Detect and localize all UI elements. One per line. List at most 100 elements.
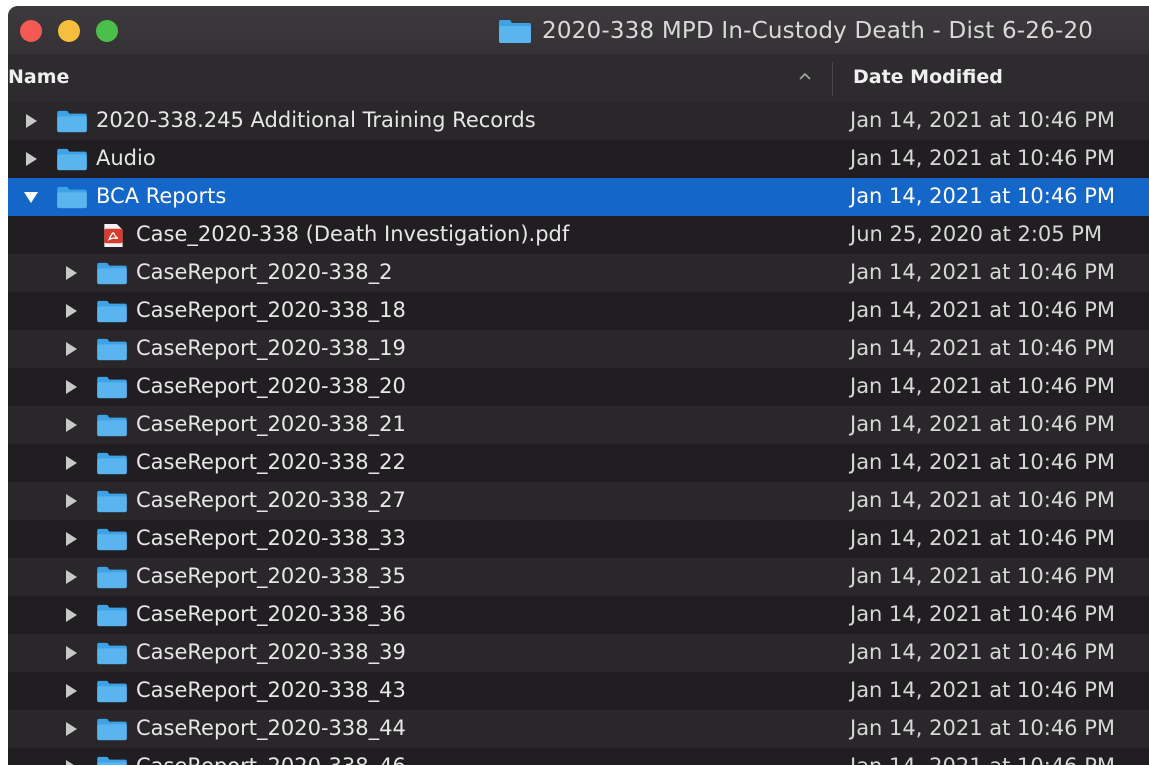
disclosure-triangle-right-icon[interactable] — [62, 378, 80, 396]
disclosure-triangle-right-icon[interactable] — [62, 758, 80, 765]
folder-icon — [97, 680, 127, 703]
date-modified: Jun 25, 2020 at 2:05 PM — [850, 222, 1103, 246]
zoom-window-button[interactable] — [96, 20, 118, 42]
disclosure-triangle-right-icon[interactable] — [62, 264, 80, 282]
file-row[interactable]: CaseReport_2020-338_39 Jan 14, 2021 at 10… — [8, 634, 1149, 672]
file-row-selected[interactable]: BCA Reports Jan 14, 2021 at 10:46 PM — [8, 178, 1149, 216]
file-name: CaseReport_2020-338_39 — [136, 640, 406, 664]
date-modified: Jan 14, 2021 at 10:46 PM — [850, 374, 1115, 398]
date-modified: Jan 14, 2021 at 10:46 PM — [850, 678, 1115, 702]
file-name: CaseReport_2020-338_19 — [136, 336, 406, 360]
file-row[interactable]: CaseReport_2020-338_43 Jan 14, 2021 at 10… — [8, 672, 1149, 710]
column-header: Name Date Modified — [8, 54, 1149, 105]
folder-icon — [97, 490, 127, 513]
folder-icon — [97, 642, 127, 665]
finder-window: 2020-338 MPD In-Custody Death - Dist 6-2… — [8, 6, 1149, 765]
folder-icon — [97, 300, 127, 323]
file-row[interactable]: CaseReport_2020-338_36 Jan 14, 2021 at 10… — [8, 596, 1149, 634]
file-row[interactable]: CaseReport_2020-338_35 Jan 14, 2021 at 10… — [8, 558, 1149, 596]
file-list: 2020-338.245 Additional Training Records… — [8, 102, 1149, 765]
name-column-header[interactable]: Name — [8, 66, 69, 88]
file-row[interactable]: CaseReport_2020-338_20 Jan 14, 2021 at 10… — [8, 368, 1149, 406]
file-row[interactable]: CaseReport_2020-338_19 Jan 14, 2021 at 10… — [8, 330, 1149, 368]
file-name: CaseReport_2020-338_36 — [136, 602, 406, 626]
file-row[interactable]: CaseReport_2020-338_22 Jan 14, 2021 at 10… — [8, 444, 1149, 482]
disclosure-triangle-right-icon[interactable] — [62, 302, 80, 320]
date-modified-column-header[interactable]: Date Modified — [853, 66, 1003, 88]
date-modified: Jan 14, 2021 at 10:46 PM — [850, 602, 1115, 626]
date-modified: Jan 14, 2021 at 10:46 PM — [850, 450, 1115, 474]
date-modified: Jan 14, 2021 at 10:46 PM — [850, 146, 1115, 170]
disclosure-triangle-right-icon[interactable] — [62, 340, 80, 358]
file-row[interactable]: CaseReport_2020-338_27 Jan 14, 2021 at 10… — [8, 482, 1149, 520]
disclosure-triangle-right-icon[interactable] — [22, 150, 40, 168]
date-modified: Jan 14, 2021 at 10:46 PM — [850, 336, 1115, 360]
file-name: CaseReport_2020-338_2 — [136, 260, 393, 284]
window-title-group: 2020-338 MPD In-Custody Death - Dist 6-2… — [498, 16, 1149, 46]
folder-icon — [97, 262, 127, 285]
folder-icon — [97, 452, 127, 475]
close-window-button[interactable] — [20, 20, 42, 42]
file-row[interactable]: CaseReport_2020-338_21 Jan 14, 2021 at 10… — [8, 406, 1149, 444]
folder-icon — [97, 414, 127, 437]
disclosure-triangle-right-icon[interactable] — [62, 720, 80, 738]
file-row[interactable]: CaseReport_2020-338_18 Jan 14, 2021 at 10… — [8, 292, 1149, 330]
file-name: CaseReport_2020-338_43 — [136, 678, 406, 702]
file-row[interactable]: CaseReport_2020-338_44 Jan 14, 2021 at 10… — [8, 710, 1149, 748]
disclosure-triangle-right-icon[interactable] — [62, 606, 80, 624]
date-modified: Jan 14, 2021 at 10:46 PM — [850, 260, 1115, 284]
file-name: 2020-338.245 Additional Training Records — [96, 108, 536, 132]
file-name: CaseReport_2020-338_18 — [136, 298, 406, 322]
disclosure-triangle-right-icon[interactable] — [22, 112, 40, 130]
date-modified: Jan 14, 2021 at 10:46 PM — [850, 564, 1115, 588]
folder-icon — [97, 528, 127, 551]
disclosure-triangle-right-icon[interactable] — [62, 492, 80, 510]
folder-icon — [57, 186, 87, 209]
date-modified: Jan 14, 2021 at 10:46 PM — [850, 108, 1115, 132]
file-name: BCA Reports — [96, 184, 227, 208]
disclosure-triangle-right-icon[interactable] — [62, 530, 80, 548]
file-name: CaseReport_2020-338_20 — [136, 374, 406, 398]
chevron-up-icon[interactable] — [798, 70, 812, 82]
folder-icon — [97, 376, 127, 399]
minimize-window-button[interactable] — [58, 20, 80, 42]
file-name: Case_2020-338 (Death Investigation).pdf — [136, 222, 570, 246]
window-title: 2020-338 MPD In-Custody Death - Dist 6-2… — [542, 18, 1094, 44]
date-modified: Jan 14, 2021 at 10:46 PM — [850, 640, 1115, 664]
folder-icon — [97, 718, 127, 741]
disclosure-triangle-right-icon[interactable] — [62, 568, 80, 586]
disclosure-triangle-right-icon[interactable] — [62, 454, 80, 472]
folder-icon — [57, 110, 87, 133]
file-name: CaseReport_2020-338_33 — [136, 526, 406, 550]
file-name: CaseReport_2020-338_27 — [136, 488, 406, 512]
date-modified: Jan 14, 2021 at 10:46 PM — [850, 184, 1115, 208]
disclosure-triangle-right-icon[interactable] — [62, 682, 80, 700]
file-row[interactable]: CaseReport_2020-338_2 Jan 14, 2021 at 10:… — [8, 254, 1149, 292]
title-bar: 2020-338 MPD In-Custody Death - Dist 6-2… — [8, 6, 1149, 54]
column-divider[interactable] — [832, 62, 833, 96]
folder-icon — [499, 20, 531, 43]
file-name: CaseReport_2020-338_22 — [136, 450, 406, 474]
date-modified: Jan 14, 2021 at 10:46 PM — [850, 526, 1115, 550]
file-name: CaseReport_2020-338_21 — [136, 412, 406, 436]
folder-icon — [97, 604, 127, 627]
file-name: Audio — [96, 146, 156, 170]
disclosure-triangle-down-icon[interactable] — [22, 188, 40, 206]
file-row[interactable]: CaseReport_2020-338_33 Jan 14, 2021 at 10… — [8, 520, 1149, 558]
folder-icon — [57, 148, 87, 171]
file-row[interactable]: 2020-338.245 Additional Training Records… — [8, 102, 1149, 140]
folder-icon — [97, 756, 127, 765]
date-modified: Jan 14, 2021 at 10:46 PM — [850, 298, 1115, 322]
date-modified: Jan 14, 2021 at 10:46 PM — [850, 412, 1115, 436]
file-row[interactable]: CaseReport_2020-338_46 Jan 14, 2021 at 10… — [8, 748, 1149, 765]
file-row[interactable]: Audio Jan 14, 2021 at 10:46 PM — [8, 140, 1149, 178]
file-name: CaseReport_2020-338_46 — [136, 754, 406, 765]
file-row[interactable]: Case_2020-338 (Death Investigation).pdf J… — [8, 216, 1149, 254]
date-modified: Jan 14, 2021 at 10:46 PM — [850, 716, 1115, 740]
date-modified: Jan 14, 2021 at 10:46 PM — [850, 488, 1115, 512]
file-name: CaseReport_2020-338_44 — [136, 716, 406, 740]
folder-icon — [97, 338, 127, 361]
disclosure-triangle-right-icon[interactable] — [62, 644, 80, 662]
disclosure-triangle-right-icon[interactable] — [62, 416, 80, 434]
pdf-file-icon — [104, 223, 123, 248]
